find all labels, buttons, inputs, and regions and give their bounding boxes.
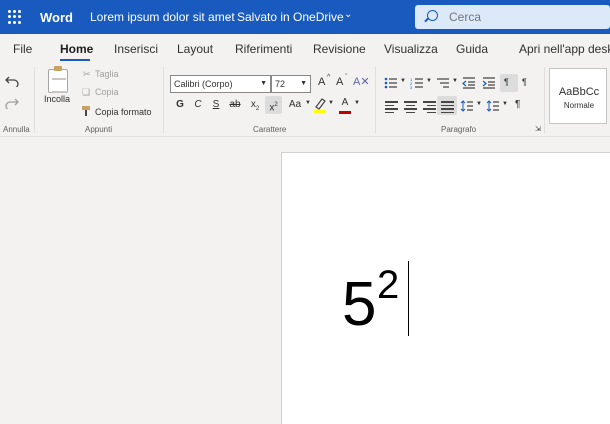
increase-indent-icon[interactable] <box>482 77 496 89</box>
style-sample-text: AaBbCc <box>558 86 600 98</box>
copy-button[interactable]: Copia <box>95 87 119 97</box>
font-name-value: Calibri (Corpo) <box>174 79 233 89</box>
font-color-button[interactable]: A <box>338 97 352 108</box>
app-name[interactable]: Word <box>40 10 73 25</box>
title-bar: Word Lorem ipsum dolor sit amet - Salvat… <box>0 0 610 34</box>
chevron-down-icon: ▼ <box>305 100 311 106</box>
group-label-undo: Annulla <box>3 125 30 134</box>
tab-open-desktop[interactable]: Apri nell'app desktop <box>519 42 610 56</box>
tab-layout[interactable]: Layout <box>177 42 213 56</box>
superscript-button[interactable]: x2 <box>265 96 282 114</box>
superscript-mark: 2 <box>274 102 278 108</box>
change-case-button[interactable]: Aa <box>286 99 304 110</box>
document-title[interactable]: Lorem ipsum dolor sit amet <box>90 10 235 24</box>
cut-icon: ✂ <box>83 69 91 79</box>
divider <box>544 67 545 133</box>
justify-icon <box>441 101 454 113</box>
divider <box>34 67 35 133</box>
format-painter-button[interactable]: Copia formato <box>95 107 152 117</box>
ltr-direction-button[interactable] <box>500 74 518 92</box>
divider <box>375 67 376 133</box>
document-body-text[interactable]: 5 2 <box>342 265 399 336</box>
tab-review[interactable]: Revisione <box>313 42 366 56</box>
text-cursor <box>408 261 409 336</box>
show-paragraph-marks-button[interactable]: ¶ <box>515 99 520 110</box>
tab-references[interactable]: Riferimenti <box>235 42 292 56</box>
numbering-icon[interactable]: 123 <box>410 77 424 89</box>
paragraph-spacing-icon[interactable] <box>486 99 500 113</box>
tab-view[interactable]: Visualizza <box>384 42 438 56</box>
style-normal[interactable]: AaBbCc Normale <box>549 68 607 124</box>
grow-font-button[interactable]: A <box>318 76 325 88</box>
ltr-direction-icon: ¶ <box>504 77 509 87</box>
tab-home[interactable]: Home <box>60 42 93 56</box>
align-right-icon[interactable] <box>423 101 436 113</box>
align-center-icon[interactable] <box>404 101 417 113</box>
format-painter-icon <box>82 106 90 116</box>
align-left-icon[interactable] <box>385 101 398 113</box>
chevron-down-icon: ▼ <box>502 101 508 107</box>
chevron-down-icon: ▼ <box>400 78 406 84</box>
svg-text:3: 3 <box>410 85 413 89</box>
chevron-down-icon: ▼ <box>476 101 482 107</box>
document-canvas: 5 2 <box>0 138 610 424</box>
paste-button[interactable]: Incolla <box>44 94 70 104</box>
chevron-down-icon: ▼ <box>354 100 360 106</box>
group-label-font: Carattere <box>253 125 287 134</box>
shrink-font-arrow-icon: ˇ <box>345 74 348 81</box>
tab-file[interactable]: File <box>13 42 32 56</box>
group-label-clipboard: Appunti <box>85 125 113 134</box>
italic-button[interactable]: C <box>191 99 205 110</box>
search-icon <box>427 10 438 21</box>
font-name-dropdown[interactable]: Calibri (Corpo) ▼ <box>170 75 271 93</box>
tab-help[interactable]: Guida <box>456 42 488 56</box>
undo-icon[interactable] <box>5 75 19 87</box>
underline-button[interactable]: S <box>209 99 223 110</box>
ribbon: Annulla Incolla ✂ Taglia ❏ Copia Copia f… <box>0 63 610 137</box>
font-size-dropdown[interactable]: 72 ▼ <box>271 75 311 93</box>
shrink-font-button[interactable]: A <box>336 76 343 88</box>
chevron-down-icon[interactable]: ⌄ <box>344 9 352 20</box>
bold-button[interactable]: G <box>173 99 187 110</box>
search-input[interactable] <box>449 9 599 25</box>
paste-icon[interactable] <box>48 66 68 93</box>
style-name: Normale <box>563 101 595 110</box>
strikethrough-button[interactable]: ab <box>227 99 243 110</box>
divider <box>163 67 164 133</box>
rtl-direction-icon[interactable]: ¶ <box>522 77 527 87</box>
document-page[interactable]: 5 2 <box>281 152 610 424</box>
chevron-down-icon: ▼ <box>426 78 432 84</box>
copy-icon: ❏ <box>82 87 91 97</box>
ribbon-tabs: File Home Inserisci Layout Riferimenti R… <box>0 34 610 63</box>
search-box[interactable] <box>415 5 610 29</box>
multilevel-list-icon[interactable] <box>436 77 450 89</box>
bullets-icon[interactable] <box>384 77 398 89</box>
line-spacing-icon[interactable] <box>460 99 474 113</box>
cut-button[interactable]: Taglia <box>95 69 119 79</box>
font-size-value: 72 <box>275 79 286 89</box>
paragraph-dialog-launcher-icon[interactable]: ⇲ <box>535 125 541 133</box>
subscript-mark: 2 <box>255 106 260 112</box>
clear-formatting-icon[interactable]: A✕ <box>353 75 370 88</box>
tab-insert[interactable]: Inserisci <box>114 42 158 56</box>
chevron-down-icon: ▼ <box>300 80 307 87</box>
save-status[interactable]: Salvato in OneDrive <box>237 10 344 24</box>
base-number: 5 <box>342 270 377 339</box>
subscript-button[interactable]: x2 <box>248 99 262 112</box>
active-tab-indicator <box>60 59 90 61</box>
redo-icon[interactable] <box>5 97 19 109</box>
superscript-number: 2 <box>377 263 400 307</box>
font-color-swatch <box>339 111 351 114</box>
grow-font-arrow-icon: ^ <box>327 74 331 81</box>
title-separator: - <box>226 10 230 24</box>
chevron-down-icon: ▼ <box>260 80 267 87</box>
chevron-down-icon: ▼ <box>452 78 458 84</box>
decrease-indent-icon[interactable] <box>462 77 476 89</box>
highlighter-icon[interactable] <box>313 97 327 113</box>
app-launcher-icon[interactable] <box>8 10 22 24</box>
group-label-paragraph: Paragrafo <box>441 125 477 134</box>
chevron-down-icon: ▼ <box>328 100 334 106</box>
